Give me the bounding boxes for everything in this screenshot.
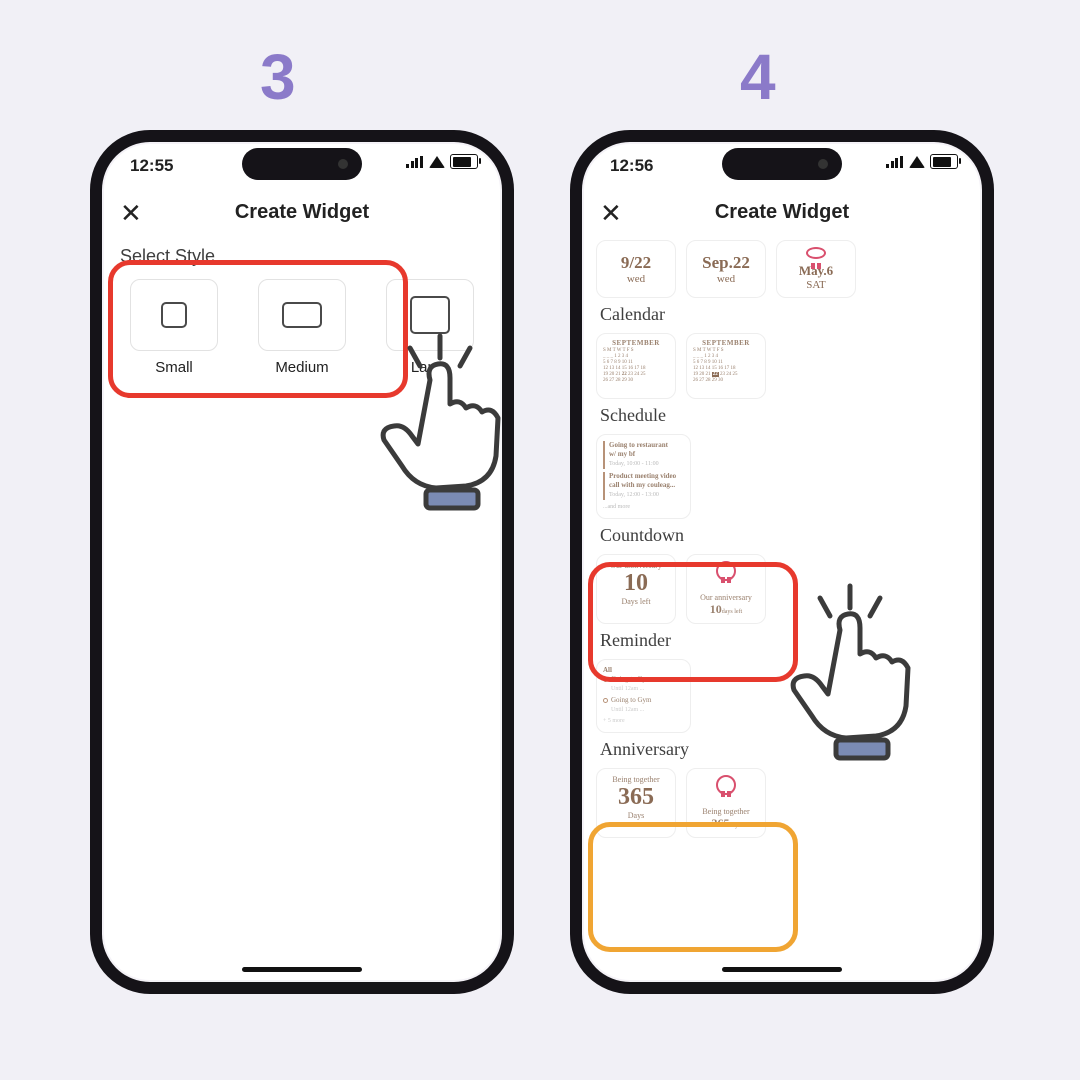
- anniversary-widget-2[interactable]: Being together365days: [686, 768, 766, 838]
- countdown-widget-2[interactable]: Our anniversary1010days leftdays left: [686, 554, 766, 624]
- date-widget-2[interactable]: Sep.22wed: [686, 240, 766, 298]
- phone-mockup-4: 12:56 ✕ Create Widget 9/22wed Sep.22wed …: [570, 130, 994, 994]
- date-widget-3[interactable]: May.6SAT: [776, 240, 856, 298]
- wifi-icon: [429, 156, 445, 168]
- section-schedule: Schedule: [600, 405, 968, 426]
- medal-icon: [806, 247, 826, 259]
- battery-icon: [930, 154, 958, 169]
- home-indicator: [722, 967, 842, 972]
- cell-signal-icon: [886, 156, 904, 168]
- style-option-small[interactable]: Small: [116, 275, 232, 380]
- schedule-widget[interactable]: Going to restaurantw/ my bfToday, 10:00 …: [596, 434, 691, 519]
- home-indicator: [242, 967, 362, 972]
- close-icon[interactable]: ✕: [120, 198, 142, 229]
- section-select-style: Select Style: [120, 246, 488, 267]
- status-time: 12:55: [130, 156, 173, 176]
- page-title: Create Widget: [102, 190, 502, 234]
- style-label: Small: [155, 359, 193, 376]
- reminder-widget[interactable]: All Going to GymUntil 12am ... Going to …: [596, 659, 691, 733]
- calendar-widget-1[interactable]: SEPTEMBERS M T W T F S_ _ _ 1 2 3 45 6 7…: [596, 333, 676, 399]
- medal-icon: [716, 775, 736, 795]
- step-number-4: 4: [740, 40, 776, 114]
- medal-icon: [716, 561, 736, 581]
- countdown-widget-1[interactable]: Our anniversary10Days left: [596, 554, 676, 624]
- step-number-3: 3: [260, 40, 296, 114]
- cell-signal-icon: [406, 156, 424, 168]
- wifi-icon: [909, 156, 925, 168]
- battery-icon: [450, 154, 478, 169]
- phone-mockup-3: 12:55 ✕ Create Widget Select Style Small…: [90, 130, 514, 994]
- date-widget-1[interactable]: 9/22wed: [596, 240, 676, 298]
- section-countdown: Countdown: [600, 525, 968, 546]
- calendar-widget-2[interactable]: SEPTEMBERS M T W T F S_ _ _ 1 2 3 45 6 7…: [686, 333, 766, 399]
- page-title: Create Widget: [582, 190, 982, 234]
- section-anniversary: Anniversary: [600, 739, 968, 760]
- small-shape-icon: [161, 302, 187, 328]
- section-reminder: Reminder: [600, 630, 968, 651]
- style-label: Large: [411, 359, 449, 376]
- status-time: 12:56: [610, 156, 653, 176]
- style-option-medium[interactable]: Medium: [244, 275, 360, 380]
- status-bar: 12:56: [606, 154, 958, 178]
- close-icon[interactable]: ✕: [600, 198, 622, 229]
- status-bar: 12:55: [126, 154, 478, 178]
- anniversary-widget-1[interactable]: Being together365Days: [596, 768, 676, 838]
- medium-shape-icon: [282, 302, 322, 328]
- style-label: Medium: [275, 359, 328, 376]
- section-calendar: Calendar: [600, 304, 968, 325]
- large-shape-icon: [410, 296, 450, 334]
- style-option-large[interactable]: Large: [372, 275, 488, 380]
